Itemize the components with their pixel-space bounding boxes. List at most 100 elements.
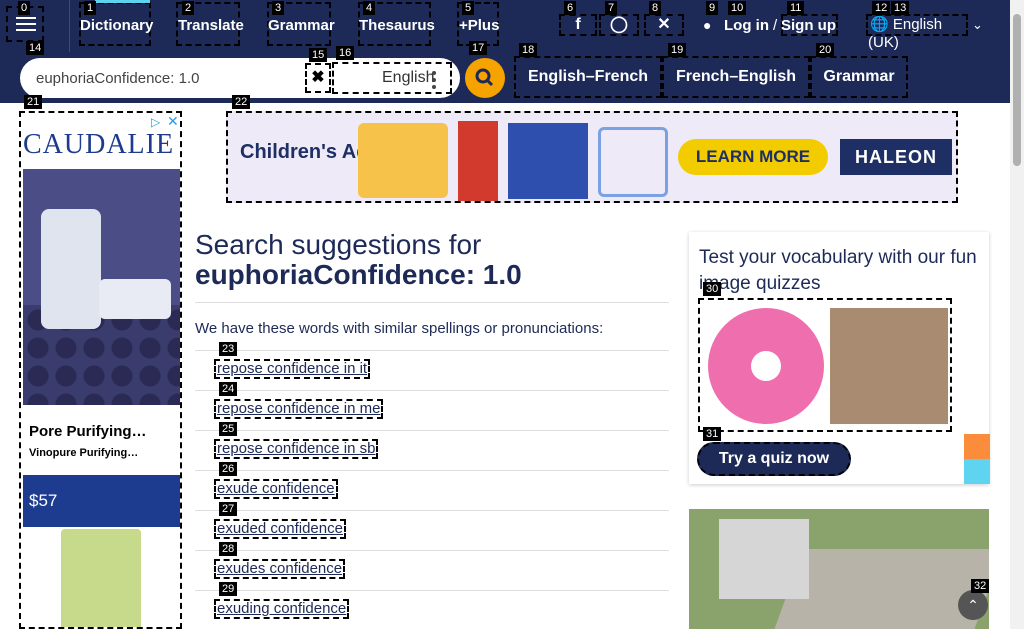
marker-22: 22: [232, 95, 251, 109]
marker-5: 5: [462, 1, 475, 15]
marker-9: 9: [706, 1, 719, 15]
x-icon: ✕: [657, 16, 671, 33]
marker-31: 31: [703, 427, 722, 441]
top-ad-image: [598, 127, 668, 197]
suggestion-link[interactable]: exuding confidence: [214, 599, 350, 619]
marker-7: 7: [605, 1, 618, 15]
feedback-tab[interactable]: [964, 434, 990, 484]
top-advertisement[interactable]: Children's Advil LEARN MORE HALEON: [226, 111, 958, 203]
clear-search-button[interactable]: ✖: [305, 63, 331, 93]
close-icon[interactable]: ✕: [167, 113, 179, 130]
nav-plus[interactable]: +Plus: [459, 17, 499, 34]
menu-icon-line: [16, 23, 36, 25]
left-advertisement[interactable]: ▷ ✕ CAUDALIE Pore Purifying… Vinopure Pu…: [19, 111, 182, 629]
chevron-down-icon: ⌄: [972, 17, 983, 32]
quiz-image-link[interactable]: [698, 298, 952, 432]
scrollbar-thumb[interactable]: [1013, 14, 1021, 166]
page-title: Search suggestions for euphoriaConfidenc…: [195, 230, 522, 290]
suggestion-link[interactable]: repose confidence in sb: [214, 439, 379, 459]
menu-icon: [16, 17, 36, 19]
globe-icon: 🌐: [870, 16, 889, 33]
dict-english-french[interactable]: English–French: [514, 56, 662, 98]
suggestion-link[interactable]: exuded confidence: [214, 519, 346, 539]
marker-11: 11: [787, 1, 805, 15]
bottom-advertisement[interactable]: [689, 509, 989, 629]
divider: [195, 302, 669, 303]
top-ad-sponsor: HALEON: [840, 139, 952, 175]
marker-4: 4: [363, 1, 376, 15]
nav-active-indicator: [95, 0, 150, 3]
signup-link[interactable]: Sign up: [781, 17, 836, 34]
marker-24: 24: [219, 382, 238, 396]
marker-8: 8: [649, 1, 662, 15]
marker-32: 32: [971, 579, 990, 593]
ad-choices-icon: ▷: [151, 115, 161, 129]
marker-13: 13: [891, 1, 910, 15]
user-icon: ●: [703, 17, 712, 33]
quiz-panel: Test your vocabulary with our fun image …: [689, 232, 989, 484]
quiz-donut-image: [708, 308, 824, 424]
marker-3: 3: [272, 1, 285, 15]
language-selector[interactable]: 🌐 English (UK): [866, 14, 968, 51]
try-quiz-button[interactable]: Try a quiz now: [697, 442, 851, 476]
marker-2: 2: [182, 1, 195, 15]
scroll-top-icon: ⌃: [967, 597, 979, 613]
facebook-icon: f: [575, 16, 581, 33]
search-box: ✖ English: [20, 58, 460, 98]
nav-dictionary[interactable]: Dictionary: [80, 17, 153, 34]
marker-28: 28: [219, 542, 238, 556]
auth-separator: /: [773, 17, 778, 34]
scroll-top-button[interactable]: ⌃: [958, 590, 988, 620]
nav-translate[interactable]: Translate: [178, 17, 244, 34]
marker-27: 27: [219, 502, 238, 516]
marker-10: 10: [728, 1, 747, 15]
suggestion-link[interactable]: exudes confidence: [214, 559, 346, 579]
ad-subtitle: Vinopure Purifying…: [29, 447, 139, 459]
ad-price: $57: [23, 475, 180, 527]
suggestion-link[interactable]: exude confidence: [214, 479, 338, 499]
divider: [195, 590, 669, 591]
nav-grammar[interactable]: Grammar: [268, 17, 335, 34]
top-ad-image: [508, 123, 588, 199]
marker-17: 17: [469, 41, 488, 55]
suggestion-link[interactable]: repose confidence in me: [214, 399, 384, 419]
search-button[interactable]: [465, 58, 505, 98]
dict-grammar[interactable]: Grammar: [810, 56, 908, 98]
page-title-prefix: Search suggestions for: [195, 229, 482, 260]
search-language-label: English: [382, 69, 435, 86]
search-language-select[interactable]: English: [332, 62, 452, 94]
instagram-link[interactable]: ◯: [599, 14, 639, 36]
marker-21: 21: [24, 95, 43, 109]
marker-29: 29: [219, 582, 238, 596]
top-ad-cta[interactable]: LEARN MORE: [678, 139, 828, 175]
marker-26: 26: [219, 462, 238, 476]
search-input[interactable]: [36, 67, 306, 89]
marker-30: 30: [703, 282, 722, 296]
x-link[interactable]: ✕: [644, 14, 684, 36]
ad-bottle-image: [61, 529, 141, 627]
marker-14: 14: [26, 41, 45, 55]
dict-french-english[interactable]: French–English: [662, 56, 810, 98]
top-ad-image: [458, 121, 498, 201]
marker-20: 20: [816, 43, 835, 57]
facebook-link[interactable]: f: [559, 14, 597, 36]
ad-product-image: [23, 169, 180, 405]
ad-title: Pore Purifying…: [29, 423, 147, 440]
marker-25: 25: [219, 422, 238, 436]
marker-15: 15: [309, 48, 328, 62]
quiz-milkshake-image: [830, 308, 948, 424]
nav-thesaurus[interactable]: Thesaurus: [359, 17, 435, 34]
intro-text: We have these words with similar spellin…: [195, 320, 604, 337]
marker-19: 19: [668, 43, 687, 57]
divider: [195, 470, 669, 471]
divider: [195, 510, 669, 511]
search-icon: [475, 68, 494, 87]
quiz-title: Test your vocabulary with our fun image …: [699, 247, 977, 294]
marker-23: 23: [219, 342, 238, 356]
login-link[interactable]: Log in: [724, 17, 769, 34]
marker-16: 16: [336, 46, 355, 60]
suggestion-link[interactable]: repose confidence in it: [214, 359, 371, 379]
kebab-icon: [432, 71, 436, 92]
divider: [195, 390, 669, 391]
instagram-icon: ◯: [610, 16, 628, 33]
